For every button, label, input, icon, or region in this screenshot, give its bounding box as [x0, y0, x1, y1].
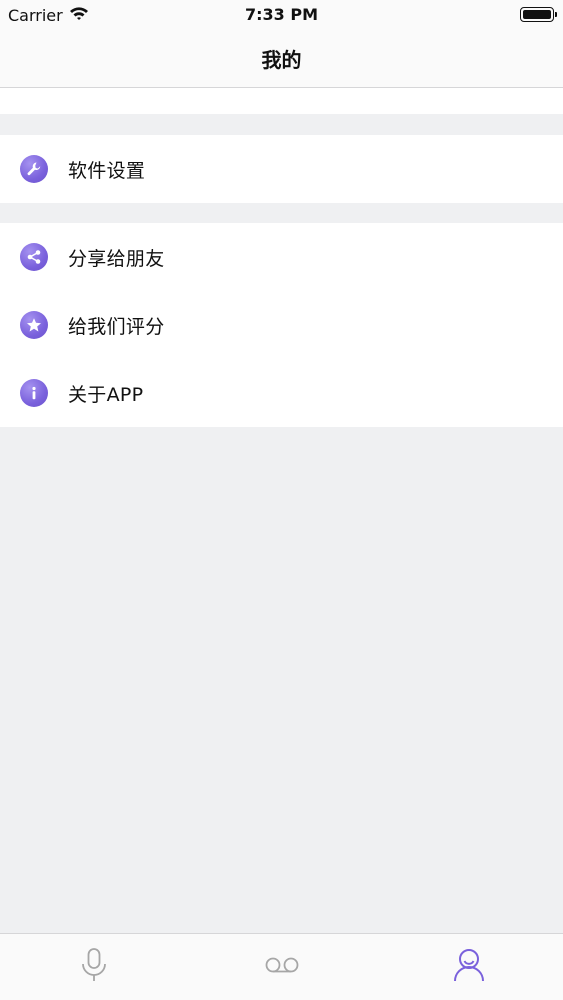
menu-item-about-app[interactable]: 关于APP [0, 359, 563, 427]
share-icon [20, 243, 48, 271]
microphone-icon [79, 947, 109, 987]
menu-item-label: 关于APP [68, 383, 144, 406]
menu-item-label: 给我们评分 [68, 315, 165, 338]
screen: Carrier 7:33 PM 我的 软件设置 分享给朋友 给我们评分 关于AP… [0, 0, 563, 1000]
tab-bar [0, 933, 563, 1000]
status-time: 7:33 PM [244, 5, 318, 24]
menu-item-rate-us[interactable]: 给我们评分 [0, 291, 563, 359]
menu-item-label: 分享给朋友 [68, 247, 165, 270]
settings-group: 软件设置 [0, 135, 563, 203]
menu-item-software-settings[interactable]: 软件设置 [0, 135, 563, 203]
battery-icon [520, 7, 557, 22]
info-icon [20, 379, 48, 407]
voicemail-icon [264, 955, 300, 979]
navigation-bar: 我的 [0, 30, 563, 88]
star-icon [20, 311, 48, 339]
status-bar: Carrier 7:33 PM [0, 0, 563, 30]
wrench-icon [20, 155, 48, 183]
menu-item-share[interactable]: 分享给朋友 [0, 223, 563, 291]
social-group: 分享给朋友 给我们评分 关于APP [0, 223, 563, 427]
tab-recordings[interactable] [188, 934, 376, 1000]
menu-item-label: 软件设置 [68, 159, 146, 182]
tab-record[interactable] [0, 934, 188, 1000]
tab-profile[interactable] [375, 934, 563, 1000]
header-spacer [0, 88, 563, 114]
person-icon [452, 947, 486, 987]
page-title: 我的 [261, 48, 302, 72]
